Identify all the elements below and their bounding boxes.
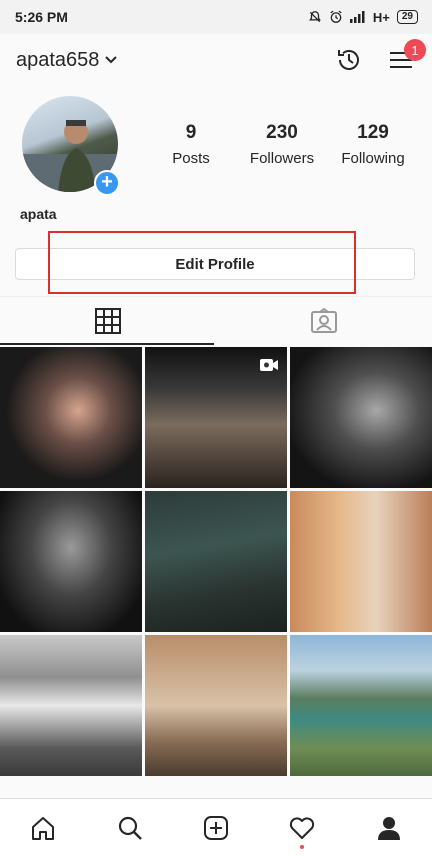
post-thumbnail[interactable] xyxy=(290,491,432,632)
post-thumbnail[interactable] xyxy=(290,635,432,776)
chevron-down-icon xyxy=(105,56,118,64)
activity-icon xyxy=(290,816,315,839)
edit-profile-button[interactable]: Edit Profile xyxy=(15,248,415,280)
profile-stats: 9 Posts 230 Followers 129 Following xyxy=(146,122,418,167)
archive-button[interactable] xyxy=(334,45,364,75)
battery-icon: 29 xyxy=(396,10,418,24)
posts-grid xyxy=(0,347,432,776)
history-icon xyxy=(338,50,359,70)
grid-icon xyxy=(95,308,121,334)
stat-following[interactable]: 129 Following xyxy=(328,122,418,167)
post-thumbnail[interactable] xyxy=(0,635,142,776)
post-thumbnail[interactable] xyxy=(145,635,287,776)
stat-label: Following xyxy=(341,150,405,167)
stat-posts[interactable]: 9 Posts xyxy=(146,122,236,167)
profile-icon xyxy=(377,816,400,840)
network-type: H+ xyxy=(372,9,390,25)
signal-icon xyxy=(349,11,365,23)
status-bar: 5:26 PM H+ 29 xyxy=(0,0,432,34)
tagged-icon xyxy=(311,308,337,333)
post-thumbnail[interactable] xyxy=(290,347,432,488)
nav-home[interactable] xyxy=(13,803,73,853)
activity-dot xyxy=(300,844,305,849)
bottom-nav xyxy=(0,798,432,856)
post-thumbnail[interactable] xyxy=(0,491,142,632)
status-time: 5:26 PM xyxy=(15,9,68,25)
alarm-icon xyxy=(330,10,342,23)
account-switcher[interactable]: apata658 xyxy=(16,48,118,72)
stat-followers[interactable]: 230 Followers xyxy=(237,122,327,167)
stat-value: 230 xyxy=(266,122,298,143)
mute-icon xyxy=(309,11,321,23)
post-thumbnail[interactable] xyxy=(145,347,287,488)
nav-new-post[interactable] xyxy=(186,803,246,853)
nav-profile[interactable] xyxy=(359,803,419,853)
stat-label: Followers xyxy=(249,150,315,167)
add-story-button[interactable]: + xyxy=(94,170,120,196)
display-name: apata xyxy=(20,206,57,222)
tab-grid[interactable] xyxy=(0,297,216,345)
notification-badge: 1 xyxy=(404,39,426,61)
menu-button[interactable]: 1 xyxy=(386,39,426,75)
video-icon xyxy=(260,359,278,371)
status-icons: H+ 29 xyxy=(308,10,418,25)
nav-search[interactable] xyxy=(100,803,160,853)
avatar[interactable]: + xyxy=(22,96,120,196)
stat-label: Posts xyxy=(172,150,210,167)
stat-value: 129 xyxy=(357,122,389,143)
home-icon xyxy=(32,816,55,840)
search-icon xyxy=(118,816,142,840)
profile-tabs xyxy=(0,296,432,345)
post-thumbnail[interactable] xyxy=(0,347,142,488)
profile-header: apata658 1 xyxy=(0,34,432,86)
tab-tagged[interactable] xyxy=(216,297,432,345)
stat-value: 9 xyxy=(185,122,197,143)
nav-activity[interactable] xyxy=(272,803,332,853)
username: apata658 xyxy=(16,48,100,71)
post-thumbnail[interactable] xyxy=(145,491,287,632)
add-post-icon xyxy=(203,815,228,840)
